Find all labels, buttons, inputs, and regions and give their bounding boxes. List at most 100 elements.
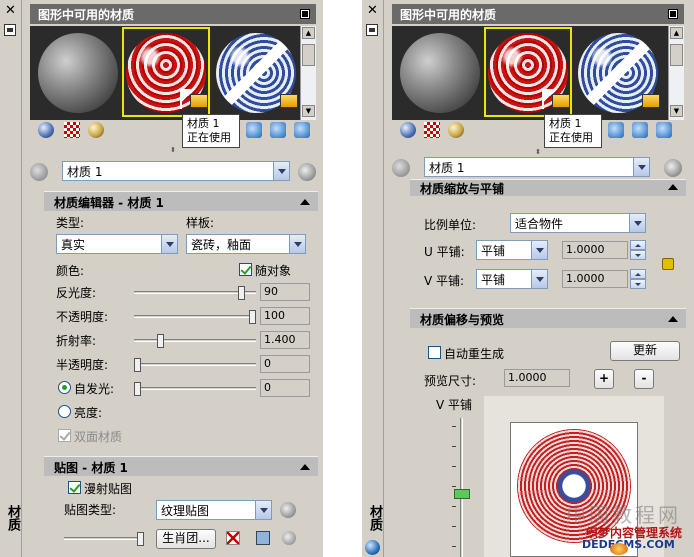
type-dropdown-icon[interactable] bbox=[161, 235, 177, 253]
select-objects-icon[interactable] bbox=[298, 163, 316, 181]
scroll-thumb[interactable] bbox=[302, 44, 315, 66]
properties-icon-right[interactable] bbox=[366, 24, 378, 36]
self-illumination-radio[interactable] bbox=[58, 381, 71, 394]
material-name-combo-right[interactable]: 材质 1 bbox=[424, 157, 650, 177]
map-collapse-icon[interactable] bbox=[300, 464, 310, 470]
v-tile-dropdown-icon[interactable] bbox=[531, 270, 547, 288]
offset-preview-header[interactable]: 材质偏移与预览 bbox=[410, 308, 686, 328]
swatch-scrollbar[interactable]: ▲ ▼ bbox=[300, 26, 316, 120]
swatch-geometry-icon-right[interactable] bbox=[448, 122, 464, 138]
diffuse-map-checkbox[interactable] bbox=[68, 481, 81, 494]
close-icon-right[interactable]: ✕ bbox=[367, 3, 378, 18]
opacity-slider[interactable] bbox=[134, 310, 256, 324]
update-button[interactable]: 更新 bbox=[610, 341, 680, 361]
u-tile-spinner[interactable] bbox=[630, 240, 646, 260]
template-combo[interactable]: 瓷砖，釉面 bbox=[186, 234, 306, 254]
map-type-combo[interactable]: 纹理贴图 bbox=[156, 500, 272, 520]
map-header[interactable]: 贴图 - 材质 1 bbox=[44, 456, 318, 476]
preview-map-icon[interactable] bbox=[282, 531, 296, 545]
chevron-down-icon[interactable] bbox=[273, 162, 289, 180]
refraction-thumb[interactable] bbox=[157, 334, 164, 348]
checker-background-icon-right[interactable] bbox=[424, 122, 440, 138]
material-editor-header[interactable]: 材质编辑器 - 材质 1 bbox=[44, 191, 318, 211]
scroll-down-icon[interactable]: ▼ bbox=[302, 105, 315, 117]
self-illumination-thumb[interactable] bbox=[134, 382, 141, 396]
shininess-value[interactable]: 90 bbox=[260, 283, 310, 301]
apply-material-icon-right[interactable] bbox=[656, 122, 672, 138]
scroll-down-icon-right[interactable]: ▼ bbox=[670, 105, 683, 117]
material-swatch-global[interactable] bbox=[38, 33, 118, 113]
create-material-icon-right[interactable] bbox=[608, 122, 624, 138]
u-spin-down-icon[interactable] bbox=[630, 250, 646, 260]
scroll-up-icon-right[interactable]: ▲ bbox=[670, 27, 683, 39]
splitter-grip-right[interactable]: ⬍ bbox=[390, 148, 686, 156]
select-objects-icon-right[interactable] bbox=[664, 159, 682, 177]
purge-material-icon[interactable] bbox=[270, 122, 286, 138]
swatch-geometry-icon[interactable] bbox=[88, 122, 104, 138]
v-tile-spinner[interactable] bbox=[630, 269, 646, 289]
opacity-thumb[interactable] bbox=[249, 310, 256, 324]
select-image-button[interactable]: 生肖团... bbox=[156, 529, 216, 549]
translucency-slider[interactable] bbox=[134, 358, 256, 372]
title-menu-icon-right[interactable] bbox=[668, 9, 678, 19]
lock-aspect-icon[interactable] bbox=[662, 258, 674, 270]
two-sided-checkbox[interactable] bbox=[58, 429, 71, 442]
title-menu-icon[interactable] bbox=[300, 9, 310, 19]
offset-collapse-icon[interactable] bbox=[668, 316, 678, 322]
apply-material-icon[interactable] bbox=[294, 122, 310, 138]
purge-material-icon-right[interactable] bbox=[632, 122, 648, 138]
u-tile-mode-combo[interactable]: 平铺 bbox=[476, 240, 548, 260]
scale-unit-combo[interactable]: 适合物件 bbox=[510, 213, 646, 233]
shininess-slider[interactable] bbox=[134, 286, 256, 300]
luminance-radio[interactable] bbox=[58, 405, 71, 418]
scaling-collapse-icon[interactable] bbox=[668, 184, 678, 190]
v-tile-value[interactable]: 1.0000 bbox=[562, 270, 628, 288]
v-tile-slider-thumb[interactable] bbox=[454, 489, 470, 499]
auto-regenerate-checkbox[interactable] bbox=[428, 346, 441, 359]
close-icon[interactable]: ✕ bbox=[5, 3, 16, 18]
adjust-mapping-icon[interactable] bbox=[256, 531, 270, 545]
delete-map-icon[interactable] bbox=[226, 531, 240, 545]
swatch-scrollbar-right[interactable]: ▲ ▼ bbox=[668, 26, 684, 120]
splitter-grip[interactable]: ⬍ bbox=[28, 146, 318, 154]
refraction-slider[interactable] bbox=[134, 334, 256, 348]
scale-unit-dropdown-icon[interactable] bbox=[629, 214, 645, 232]
scroll-up-icon[interactable]: ▲ bbox=[302, 27, 315, 39]
checker-background-icon[interactable] bbox=[64, 122, 80, 138]
pin-icon-right[interactable] bbox=[392, 159, 410, 177]
collapse-icon[interactable] bbox=[300, 199, 310, 205]
pin-icon[interactable] bbox=[30, 163, 48, 181]
self-illumination-slider[interactable] bbox=[134, 382, 256, 396]
v-tile-mode-combo[interactable]: 平铺 bbox=[476, 269, 548, 289]
translucency-thumb[interactable] bbox=[134, 358, 141, 372]
u-spin-up-icon[interactable] bbox=[630, 240, 646, 250]
zoom-out-button[interactable]: - bbox=[634, 369, 654, 389]
opacity-value[interactable]: 100 bbox=[260, 307, 310, 325]
map-blend-slider[interactable] bbox=[64, 532, 144, 546]
u-tile-value[interactable]: 1.0000 bbox=[562, 241, 628, 259]
chevron-down-icon-right[interactable] bbox=[633, 158, 649, 176]
template-dropdown-icon[interactable] bbox=[289, 235, 305, 253]
material-swatch-global-right[interactable] bbox=[400, 33, 480, 113]
preview-size-value[interactable]: 1.0000 bbox=[504, 369, 570, 387]
by-object-checkbox[interactable] bbox=[239, 263, 252, 276]
zoom-in-button[interactable]: + bbox=[594, 369, 614, 389]
v-spin-up-icon[interactable] bbox=[630, 269, 646, 279]
translucency-value[interactable]: 0 bbox=[260, 355, 310, 373]
shininess-thumb[interactable] bbox=[238, 286, 245, 300]
material-name-combo[interactable]: 材质 1 bbox=[62, 161, 290, 181]
map-channel-icon[interactable] bbox=[280, 502, 296, 518]
type-combo[interactable]: 真实 bbox=[56, 234, 178, 254]
scroll-thumb-right[interactable] bbox=[670, 44, 683, 66]
u-tile-dropdown-icon[interactable] bbox=[531, 241, 547, 259]
refraction-value[interactable]: 1.400 bbox=[260, 331, 310, 349]
scaling-header[interactable]: 材质缩放与平铺 bbox=[410, 179, 686, 196]
sphere-preview-icon[interactable] bbox=[38, 122, 54, 138]
v-spin-down-icon[interactable] bbox=[630, 279, 646, 289]
map-blend-thumb[interactable] bbox=[137, 532, 144, 546]
self-illumination-value[interactable]: 0 bbox=[260, 379, 310, 397]
map-type-dropdown-icon[interactable] bbox=[255, 501, 271, 519]
properties-icon[interactable] bbox=[4, 24, 16, 36]
create-material-icon[interactable] bbox=[246, 122, 262, 138]
sphere-preview-icon-right[interactable] bbox=[400, 122, 416, 138]
